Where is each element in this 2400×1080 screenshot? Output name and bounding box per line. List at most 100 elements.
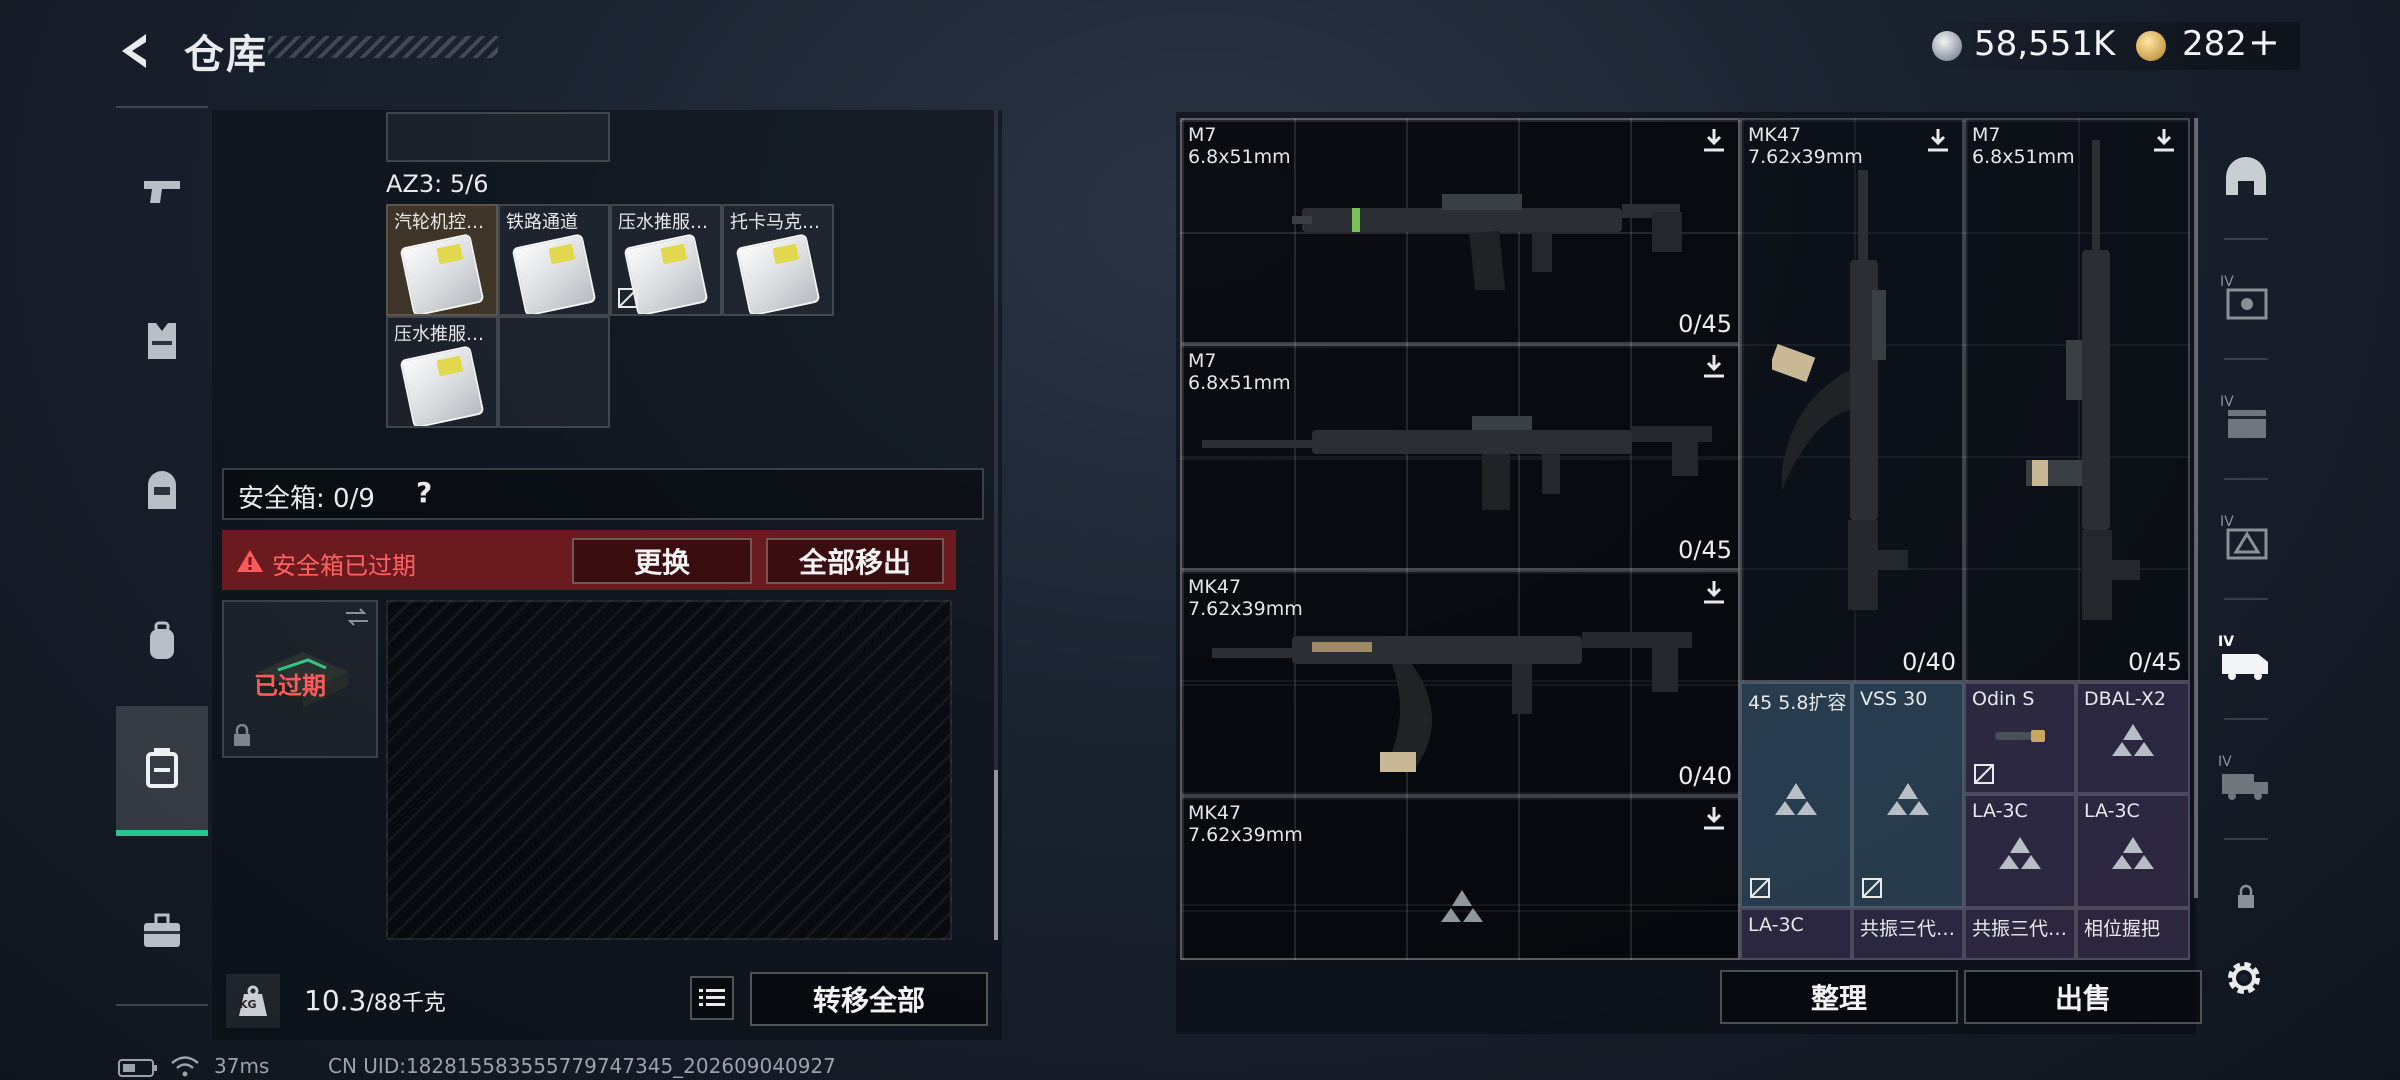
attachment-slot[interactable]: 共振三代… bbox=[1852, 908, 1964, 960]
inventory-item[interactable]: 压水推服… bbox=[386, 316, 498, 428]
attachment-slot[interactable]: Odin S bbox=[1964, 682, 2076, 794]
no-drop-icon bbox=[1974, 764, 1994, 784]
rail-divider bbox=[2224, 478, 2268, 480]
rail-item-toolbox[interactable] bbox=[116, 866, 208, 996]
sort-button[interactable]: 整理 bbox=[1720, 970, 1958, 1024]
previous-section-cell bbox=[386, 112, 610, 162]
attachment-label: LA-3C bbox=[1748, 914, 1804, 936]
tier-iv-box-icon: IV bbox=[2220, 514, 2268, 560]
rail-item-locked[interactable] bbox=[2204, 862, 2288, 932]
rail-item-tier-iv-crate[interactable]: IV bbox=[2204, 242, 2288, 352]
right-container-rail: IV IV IV IV IV bbox=[2204, 112, 2288, 972]
attachment-label: Odin S bbox=[1972, 688, 2035, 710]
add-currency-button[interactable]: + bbox=[2248, 20, 2280, 64]
replace-button[interactable]: 更换 bbox=[572, 538, 752, 584]
rail-item-tier-iv-chest[interactable]: IV bbox=[2204, 362, 2288, 472]
rail-item-backpack[interactable] bbox=[116, 576, 208, 706]
safe-box-grid[interactable] bbox=[386, 600, 952, 940]
weight-max: /88千克 bbox=[366, 991, 446, 1016]
download-icon[interactable] bbox=[1924, 126, 1952, 154]
attachment-slot[interactable]: 相位握把 bbox=[2076, 908, 2190, 960]
weapon-slot[interactable]: M7 6.8x51mm 0/45 bbox=[1180, 344, 1740, 570]
placeholder-triangle-icon bbox=[1441, 890, 1483, 922]
ammo-count: 0/45 bbox=[2128, 648, 2182, 676]
help-button[interactable]: ? bbox=[416, 476, 432, 509]
safe-box-slot[interactable]: 已过期 bbox=[222, 600, 378, 758]
download-icon[interactable] bbox=[1700, 352, 1728, 380]
warning-icon bbox=[237, 550, 263, 572]
expired-badge: 已过期 bbox=[254, 672, 326, 700]
weapon-slot[interactable]: M7 6.8x51mm 0/45 bbox=[1964, 118, 2190, 682]
rail-item-tier-iv-truck[interactable]: IV bbox=[2204, 722, 2288, 832]
inventory-item[interactable]: 铁路通道 bbox=[498, 204, 610, 316]
list-view-button[interactable] bbox=[690, 976, 734, 1020]
weapon-slot[interactable]: M7 6.8x51mm 0/45 bbox=[1180, 118, 1740, 344]
ammo-count: 0/40 bbox=[1678, 762, 1732, 790]
scrollbar-thumb[interactable] bbox=[994, 770, 998, 940]
attachment-slot[interactable]: LA-3C bbox=[1740, 908, 1852, 960]
item-label: 汽轮机控… bbox=[394, 212, 484, 233]
rail-item-tier-iv-vehicle[interactable]: IV bbox=[2204, 602, 2288, 712]
empty-slot[interactable] bbox=[498, 316, 610, 428]
rail-divider bbox=[2224, 358, 2268, 360]
stash-scrollbar[interactable] bbox=[2194, 118, 2198, 898]
attachment-slot[interactable]: 共振三代… bbox=[1964, 908, 2076, 960]
gold-coin-icon bbox=[2136, 31, 2166, 61]
flashlight-image bbox=[1995, 729, 2045, 742]
rail-item-helmet[interactable] bbox=[116, 426, 208, 556]
rail-divider bbox=[2224, 718, 2268, 720]
attachment-slot[interactable]: LA-3C bbox=[2076, 794, 2190, 908]
backpack-icon bbox=[150, 621, 174, 659]
sell-button[interactable]: 出售 bbox=[1964, 970, 2202, 1024]
armor-vest-icon bbox=[148, 323, 176, 359]
transfer-all-button[interactable]: 转移全部 bbox=[750, 972, 988, 1026]
page-title: 仓库 bbox=[184, 32, 268, 78]
back-arrow-icon[interactable] bbox=[112, 28, 158, 74]
attachment-label: DBAL-X2 bbox=[2084, 688, 2166, 710]
placeholder-triangle-icon bbox=[2112, 724, 2154, 757]
svg-text:IV: IV bbox=[2218, 634, 2234, 650]
rail-item-tier-iv-box[interactable]: IV bbox=[2204, 482, 2288, 592]
weapon-slot[interactable]: MK47 7.62x39mm 0/40 bbox=[1180, 570, 1740, 796]
attachment-slot[interactable]: DBAL-X2 bbox=[2076, 682, 2190, 794]
rail-item-pistol[interactable] bbox=[116, 126, 208, 256]
inventory-item[interactable]: 汽轮机控… bbox=[386, 204, 498, 316]
weight-value: 10.3/88千克 bbox=[304, 984, 446, 1017]
weapon-name: M7 6.8x51mm bbox=[1188, 124, 1291, 168]
tier-iv-crate-icon: IV bbox=[2220, 274, 2268, 320]
attachment-label: 45 5.8扩容 bbox=[1748, 692, 1847, 714]
title-decoration bbox=[268, 36, 498, 58]
keycard-image bbox=[399, 345, 485, 426]
rifle-image-vertical bbox=[2026, 140, 2140, 620]
inventory-item[interactable]: 压水推服… bbox=[610, 204, 722, 316]
gear-icon[interactable] bbox=[2222, 956, 2266, 1000]
silver-coin-icon bbox=[1932, 31, 1962, 61]
svg-text:IV: IV bbox=[2220, 274, 2234, 290]
move-all-out-button[interactable]: 全部移出 bbox=[766, 538, 944, 584]
attachment-slot[interactable]: 45 5.8扩容 bbox=[1740, 682, 1852, 908]
wifi-icon bbox=[171, 1056, 199, 1077]
download-icon[interactable] bbox=[1700, 126, 1728, 154]
rail-divider bbox=[2224, 238, 2268, 240]
lock-icon bbox=[234, 724, 250, 746]
weapon-slot[interactable]: MK47 7.62x39mm 0/40 bbox=[1740, 118, 1964, 682]
helmet-icon bbox=[148, 471, 176, 509]
download-icon[interactable] bbox=[1700, 804, 1728, 832]
placeholder-triangle-icon bbox=[1775, 783, 1817, 816]
attachment-slot[interactable]: LA-3C bbox=[1964, 794, 2076, 908]
inventory-item[interactable]: 托卡马克… bbox=[722, 204, 834, 316]
rail-item-armor[interactable] bbox=[116, 276, 208, 406]
ammo-count: 0/40 bbox=[1902, 648, 1956, 676]
safe-box-icon bbox=[146, 748, 178, 788]
weight-kg-label: KG bbox=[239, 998, 257, 1011]
item-label: 铁路通道 bbox=[506, 212, 578, 233]
weapon-slot[interactable]: MK47 7.62x39mm bbox=[1180, 796, 1740, 960]
svg-text:IV: IV bbox=[2218, 754, 2232, 770]
rifle-image bbox=[1292, 194, 1682, 290]
attachment-slot[interactable]: VSS 30 bbox=[1852, 682, 1964, 908]
no-drop-icon bbox=[1750, 878, 1770, 898]
rail-item-dome[interactable] bbox=[2204, 122, 2288, 232]
rail-item-safe-box[interactable] bbox=[116, 706, 208, 836]
attachment-label: LA-3C bbox=[2084, 800, 2140, 822]
no-drop-icon bbox=[1862, 878, 1882, 898]
